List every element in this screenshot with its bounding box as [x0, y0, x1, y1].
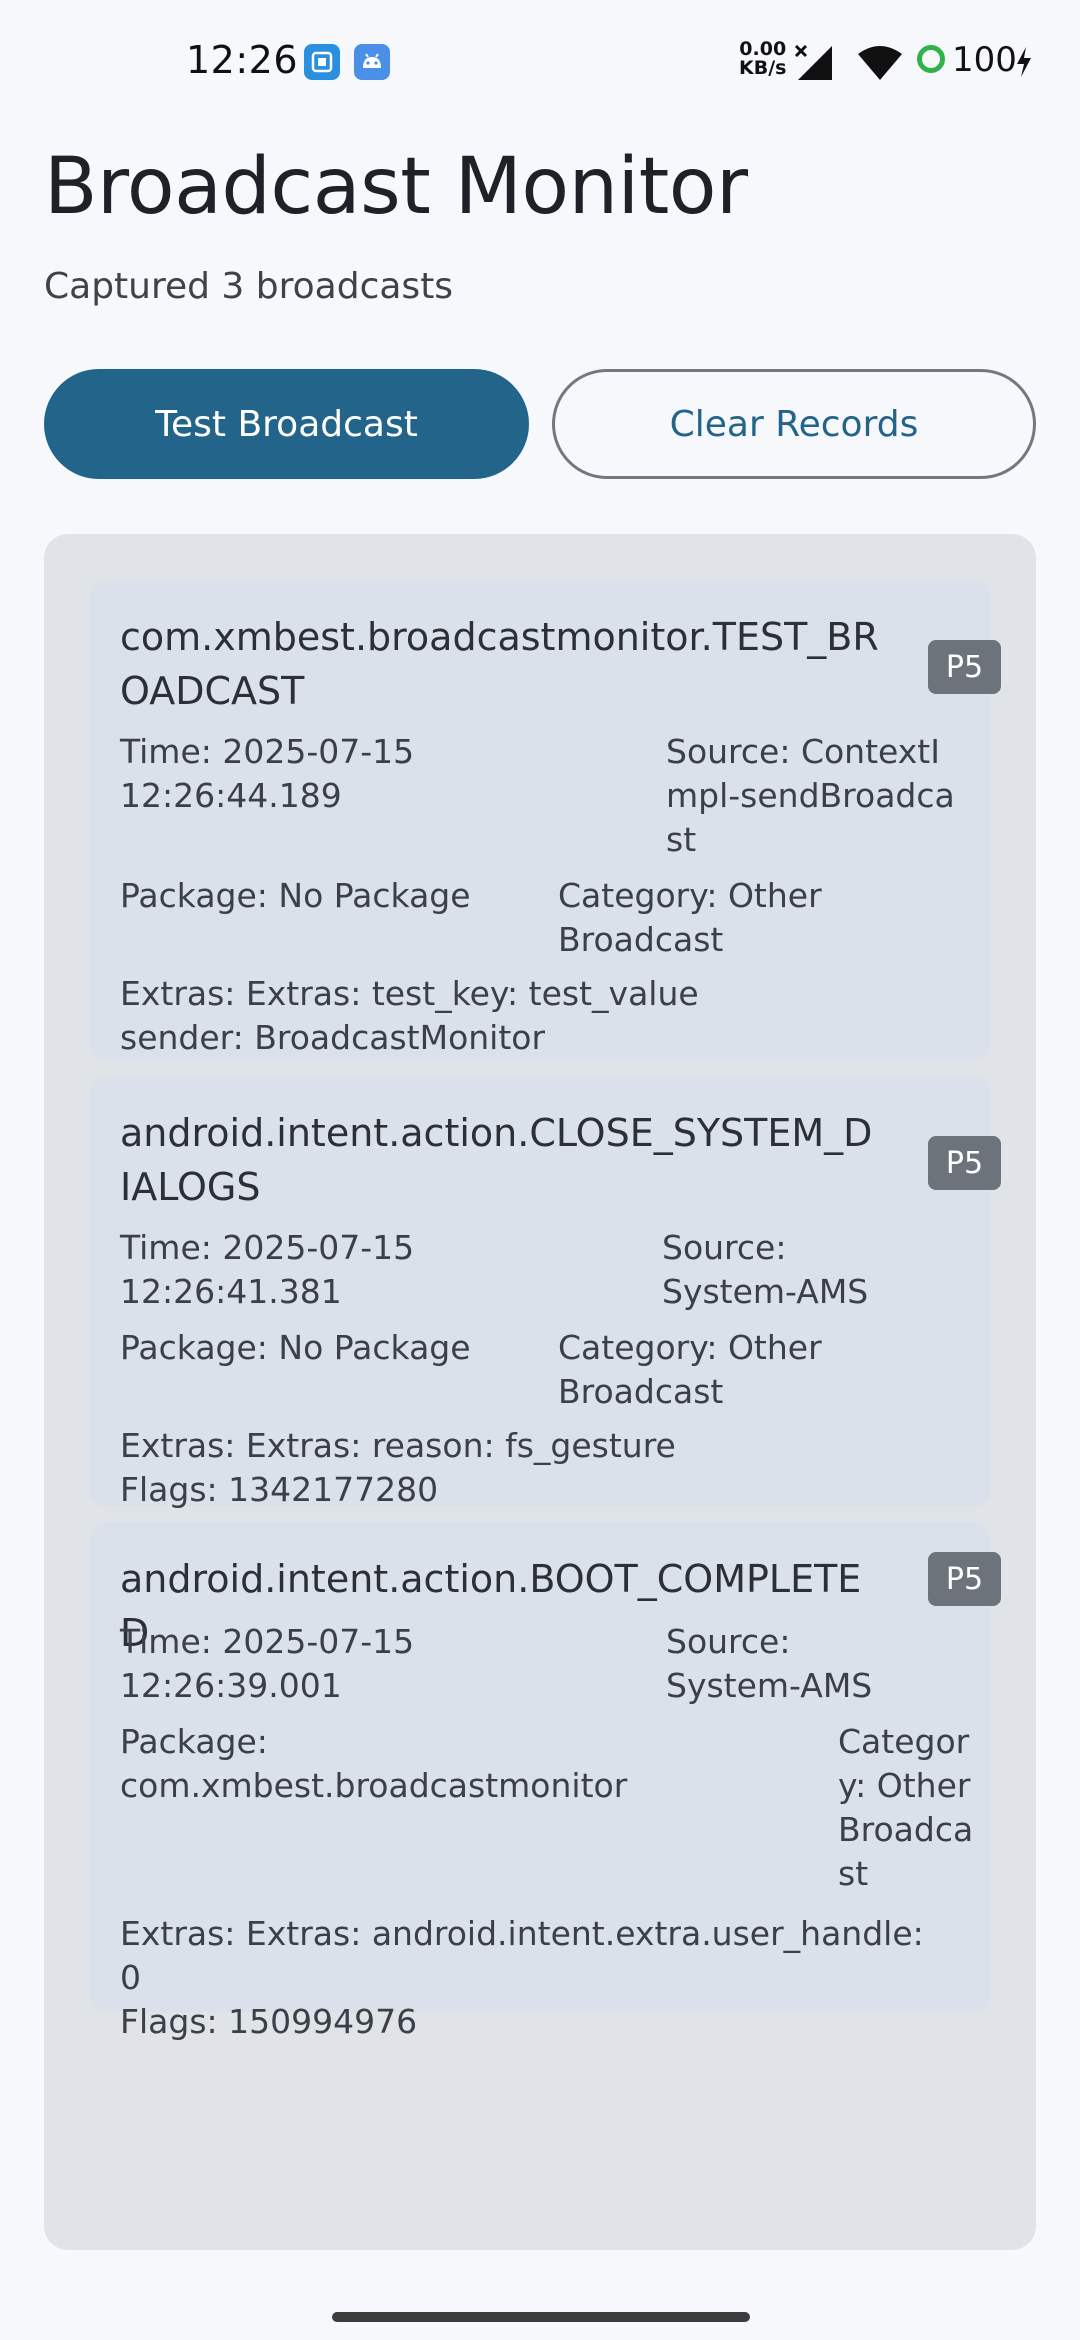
- network-speed: 0.00 KB/s: [739, 40, 786, 78]
- broadcast-source: Source: System-AMS: [662, 1228, 869, 1311]
- captured-count: Captured 3 broadcasts: [44, 266, 454, 307]
- status-time: 12:26: [186, 38, 299, 82]
- test-broadcast-button[interactable]: Test Broadcast: [44, 369, 529, 479]
- gesture-nav-handle[interactable]: [332, 2312, 750, 2322]
- broadcast-extras: Extras: Extras: reason: fs_gesture Flags…: [120, 1426, 676, 1509]
- broadcast-card[interactable]: android.intent.action.CLOSE_SYSTEM_DIALO…: [90, 1076, 1001, 1509]
- android-notification-icon: [354, 44, 390, 80]
- broadcast-package: Package: No Package: [120, 1328, 471, 1367]
- broadcast-list[interactable]: com.xmbest.broadcastmonitor.TEST_BROADCA…: [44, 534, 1036, 2250]
- broadcast-package: Package: com.xmbest.broadcastmonitor: [120, 1722, 628, 1805]
- broadcast-source: Source: ContextImpl-sendBroadcast: [666, 732, 955, 859]
- page-title: Broadcast Monitor: [44, 142, 748, 232]
- broadcast-category: Category: Other Broadcast: [558, 876, 822, 959]
- battery-level: 100: [952, 40, 1017, 80]
- broadcast-extras: Extras: Extras: test_key: test_value sen…: [120, 974, 699, 1057]
- broadcast-extras: Extras: Extras: android.intent.extra.use…: [120, 1914, 924, 2041]
- charging-bolt-icon: [1015, 47, 1033, 81]
- broadcast-card[interactable]: android.intent.action.BOOT_COMPLETED P5 …: [90, 1522, 1001, 2041]
- broadcast-time: Time: 2025-07-15 12:26:41.381: [120, 1228, 415, 1311]
- broadcast-category: Category: Other Broadcast: [838, 1722, 974, 1893]
- broadcast-source: Source: System-AMS: [666, 1622, 873, 1705]
- broadcast-action: android.intent.action.CLOSE_SYSTEM_DIALO…: [120, 1111, 873, 1209]
- app-notification-icon: [304, 44, 340, 80]
- broadcast-card[interactable]: com.xmbest.broadcastmonitor.TEST_BROADCA…: [90, 580, 1001, 1060]
- broadcast-category: Category: Other Broadcast: [558, 1328, 822, 1411]
- broadcast-time: Time: 2025-07-15 12:26:44.189: [120, 732, 415, 815]
- priority-badge: P5: [928, 1136, 1001, 1190]
- clear-records-button[interactable]: Clear Records: [552, 369, 1036, 479]
- priority-badge: P5: [928, 1552, 1001, 1606]
- broadcast-time: Time: 2025-07-15 12:26:39.001: [120, 1622, 415, 1705]
- broadcast-action: com.xmbest.broadcastmonitor.TEST_BROADCA…: [120, 615, 879, 713]
- status-bar: 12:26 0.00 KB/s 100: [0, 0, 1080, 125]
- signal-icon: [794, 42, 838, 86]
- battery-icon: [917, 45, 945, 73]
- broadcast-package: Package: No Package: [120, 876, 471, 915]
- network-speed-unit: KB/s: [739, 57, 787, 79]
- wifi-icon: [856, 44, 904, 86]
- priority-badge: P5: [928, 640, 1001, 694]
